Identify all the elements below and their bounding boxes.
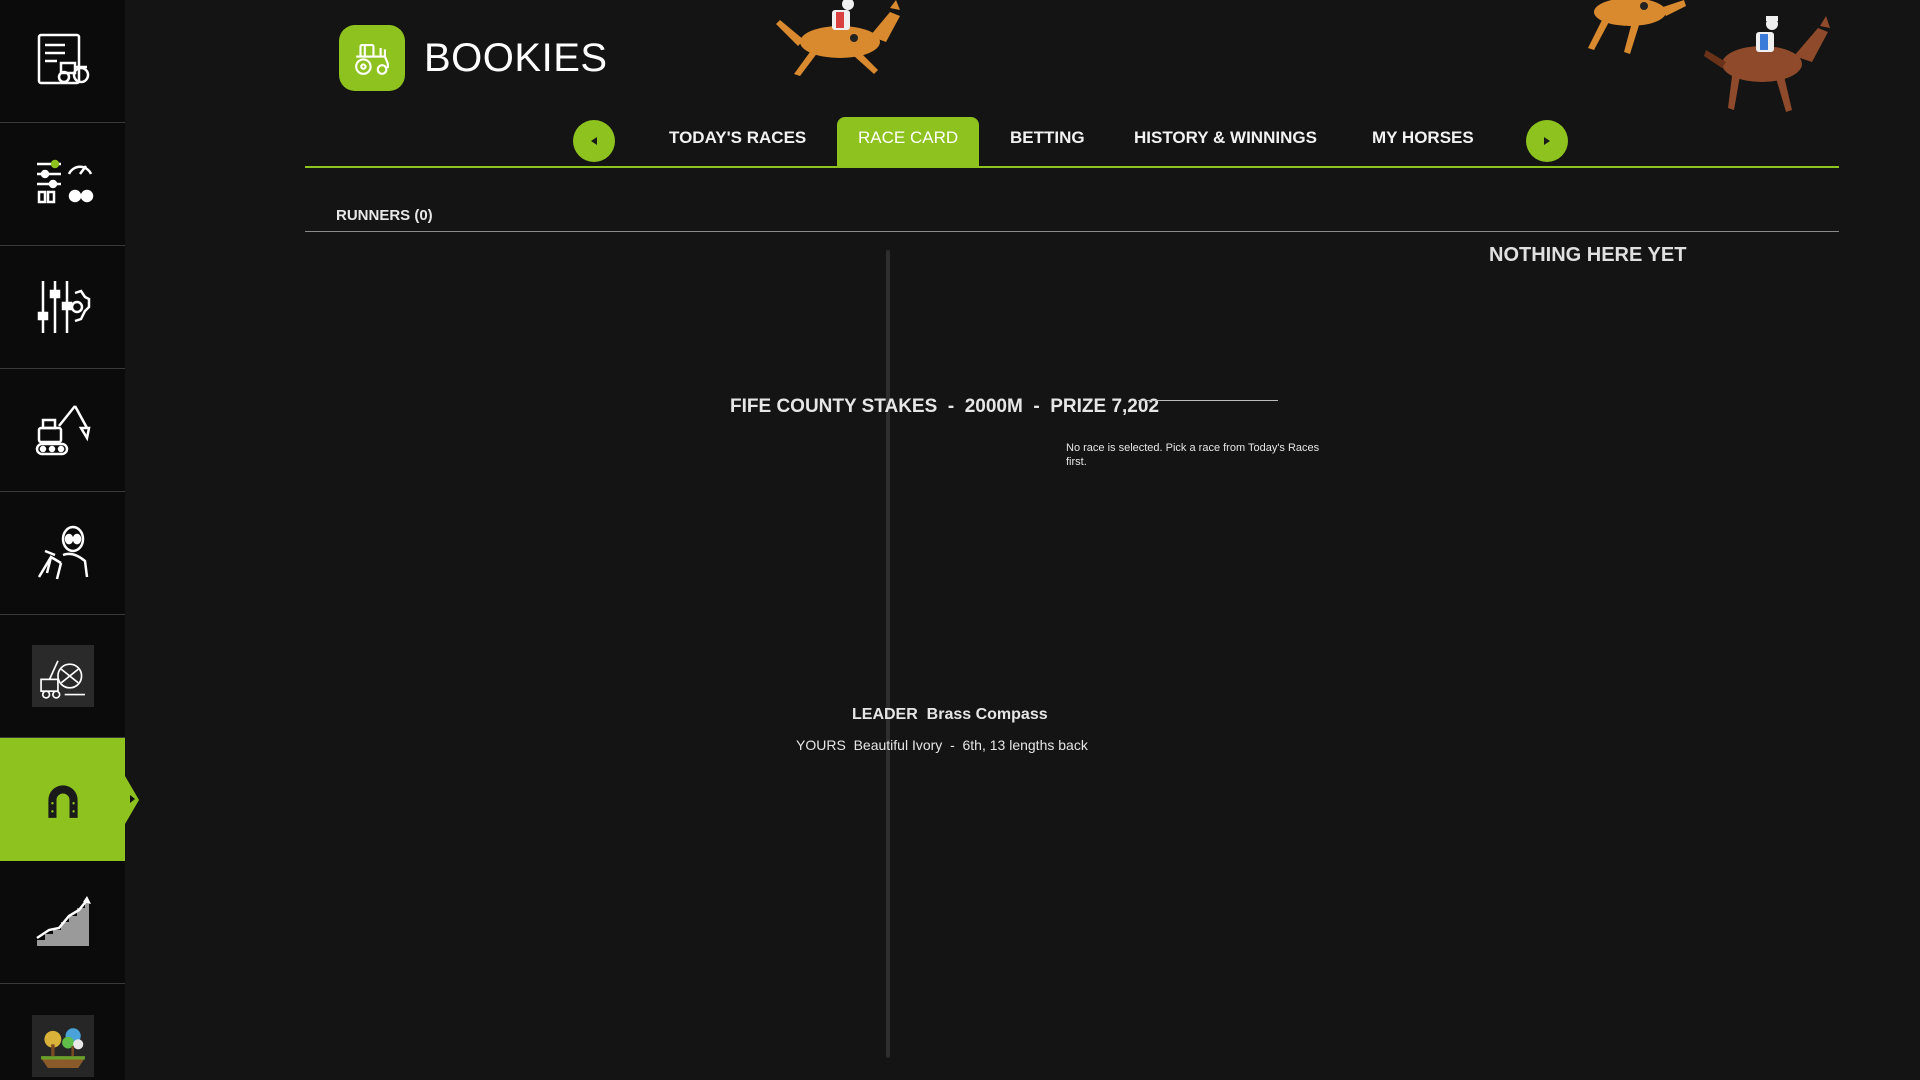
leader-row: LEADER Brass Compass [852, 706, 1048, 724]
sliders-gear-icon [37, 281, 90, 333]
logging-machine-icon [39, 660, 85, 699]
sidebar-item-environment[interactable] [0, 984, 125, 1080]
tab-todays-races[interactable]: TODAY'S RACES [669, 117, 806, 167]
sidebar [0, 0, 139, 1080]
runners-header: RUNNERS (0) [336, 207, 433, 224]
racing-horse-illustration [776, 0, 900, 76]
leader-label: LEADER [852, 706, 918, 723]
logging-machine-thumbnail [31, 645, 94, 707]
tab-bar-underline [305, 166, 1839, 168]
alien-figure-icon [37, 525, 88, 580]
yours-row: YOURS Beautiful Ivory - 6th, 13 lengths … [796, 737, 1088, 753]
page-title: BOOKIES [424, 36, 608, 80]
sidebar-item-configuration[interactable] [0, 246, 125, 369]
settings-sliders-gauge-icon [36, 159, 93, 204]
landscape-tree-icon [40, 1027, 85, 1068]
race-title: FIFE COUNTY STAKES - 2000M - PRIZE 7,202 [730, 396, 1160, 417]
sidebar-item-characters[interactable] [0, 492, 125, 615]
leader-name: Brass Compass [926, 706, 1048, 723]
tab-prev-button[interactable] [573, 120, 615, 162]
tab-my-horses[interactable]: MY HORSES [1372, 117, 1474, 167]
tab-race-card[interactable]: RACE CARD [837, 117, 980, 167]
sidebar-item-bookies[interactable] [0, 738, 139, 861]
tractor-icon [355, 43, 389, 75]
yours-detail: Beautiful Ivory - 6th, 13 lengths back [853, 737, 1088, 753]
tab-history-winnings[interactable]: HISTORY & WINNINGS [1134, 117, 1317, 167]
tab-next-button[interactable] [1526, 120, 1568, 162]
landscape-thumbnail [31, 1014, 94, 1077]
app-logo [339, 25, 405, 91]
yours-label: YOURS [796, 737, 846, 753]
tab-bar: TODAY'S RACES RACE CARD BETTING HISTORY … [305, 117, 1839, 169]
racing-horse-illustration-3 [1704, 16, 1830, 112]
sidebar-item-forestry[interactable] [0, 615, 125, 738]
racing-horse-illustration-2 [1588, 0, 1686, 54]
chevron-left-icon [591, 137, 597, 145]
race-title-decoration-line [1138, 400, 1278, 401]
sidebar-item-settings[interactable] [0, 123, 125, 246]
sidebar-item-statistics[interactable] [0, 861, 125, 984]
active-indicator-arrow [130, 795, 135, 803]
race-message: No race is selected. Pick a race from To… [1066, 442, 1320, 468]
sidebar-item-vehicles[interactable] [0, 0, 125, 123]
empty-state-label: NOTHING HERE YET [1489, 244, 1687, 266]
excavator-icon [35, 405, 91, 456]
runners-divider [305, 231, 1839, 232]
vehicle-list-icon [37, 33, 89, 85]
panel-scrollbar[interactable] [886, 250, 890, 1058]
tab-betting[interactable]: BETTING [1010, 117, 1085, 167]
chevron-right-icon [1544, 137, 1550, 145]
rising-chart-icon [35, 896, 91, 946]
horseshoe-icon [47, 784, 78, 818]
bookies-app: BOOKIES TODAY'S RACES RACE CARD BETTING … [0, 0, 1920, 1080]
sidebar-item-construction[interactable] [0, 369, 125, 492]
